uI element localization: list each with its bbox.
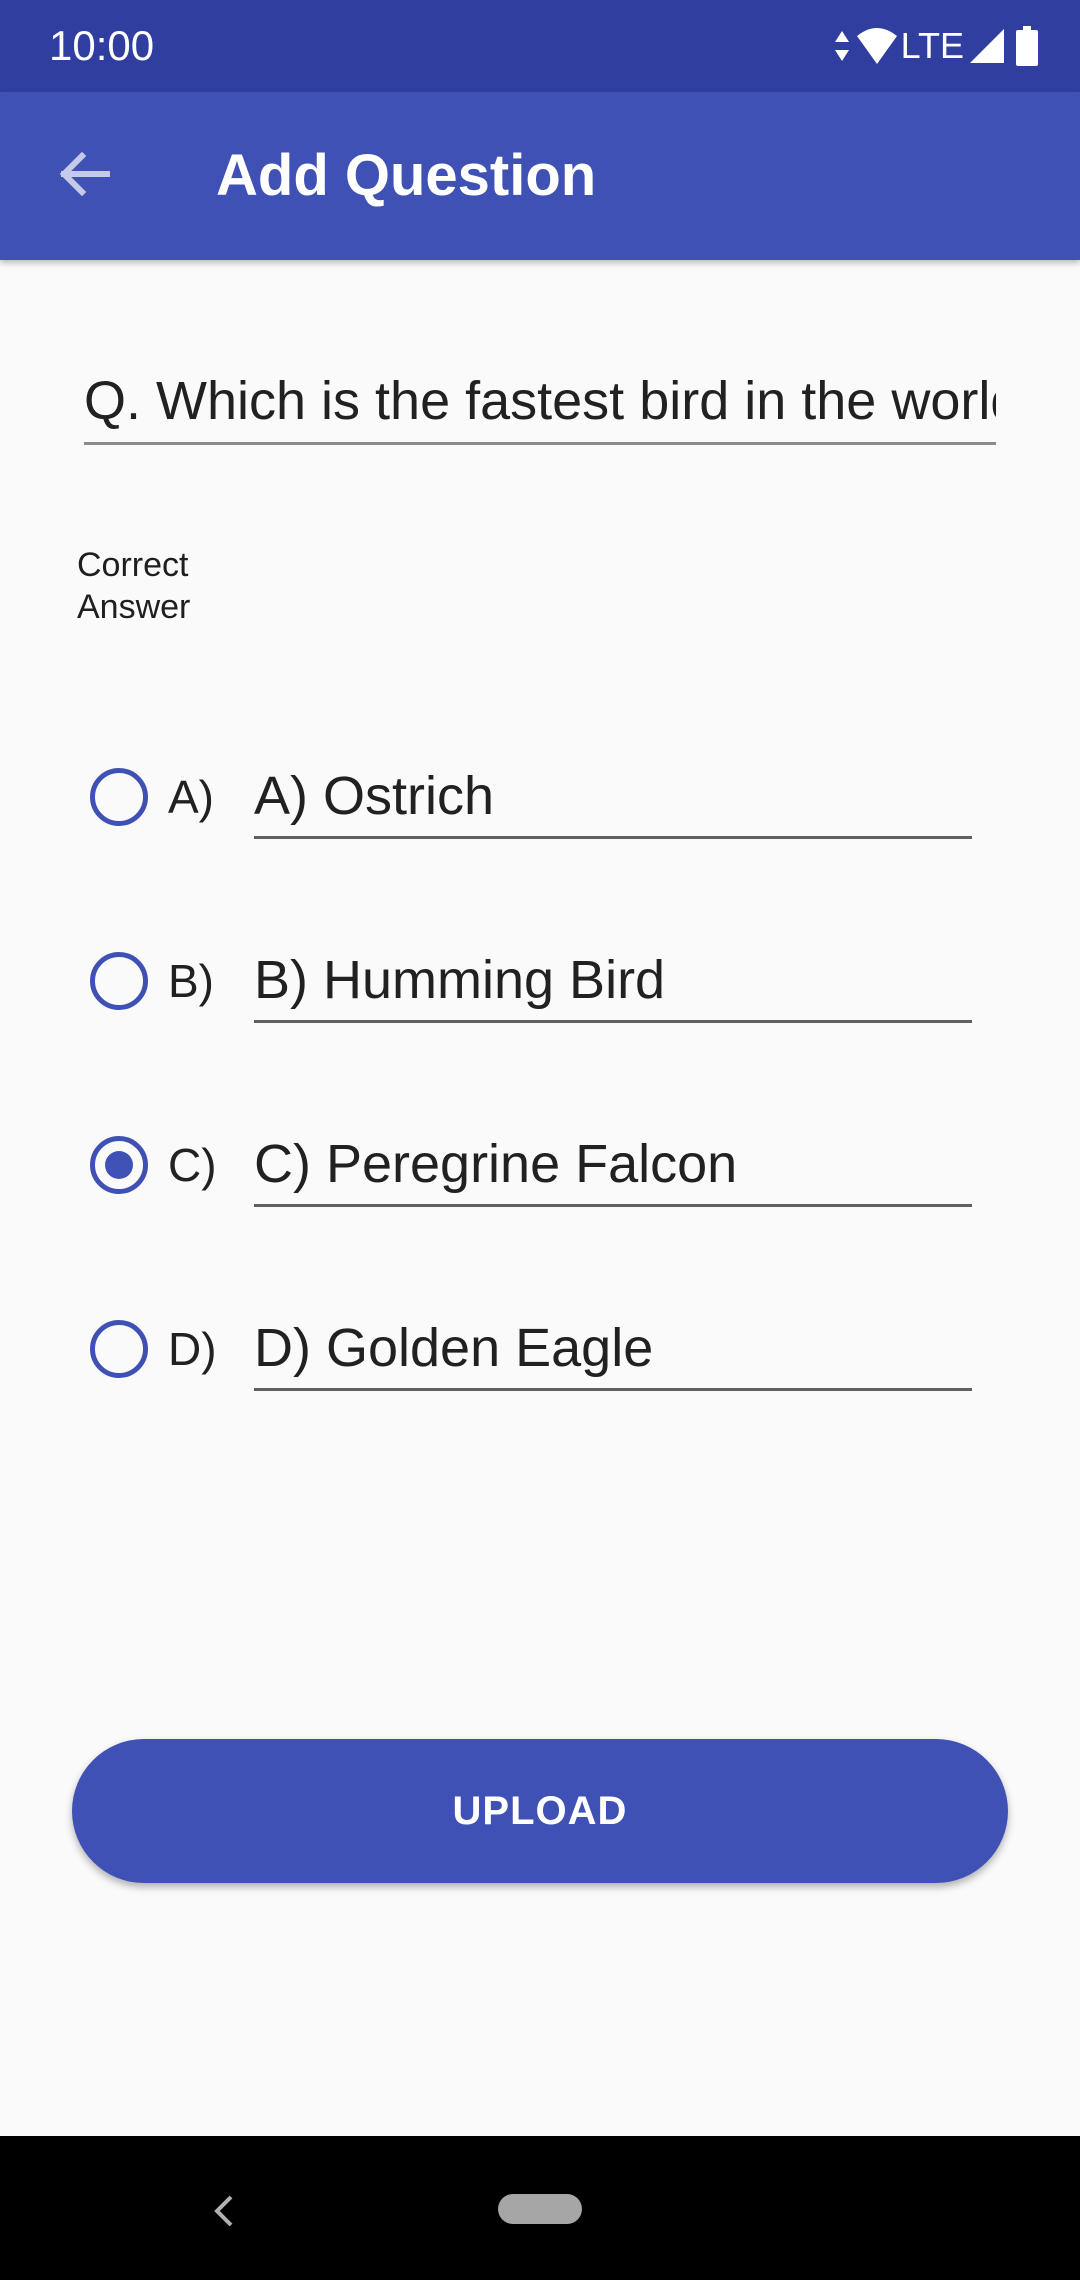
page-title: Add Question <box>216 143 597 208</box>
option-row-a: A) A) Ostrich <box>0 742 1080 852</box>
option-row-d: D) D) Golden Eagle <box>0 1294 1080 1404</box>
option-a-value: A) Ostrich <box>254 766 495 826</box>
data-arrows-icon <box>833 29 851 63</box>
navigation-bar <box>0 2136 1080 2280</box>
option-b-input[interactable]: B) Humming Bird <box>254 940 972 1023</box>
option-letter-c: C) <box>168 1139 217 1191</box>
radio-option-a[interactable] <box>90 768 148 826</box>
radio-option-c[interactable] <box>90 1136 148 1194</box>
option-b-value: B) Humming Bird <box>254 950 666 1010</box>
question-input[interactable]: Q. Which is the fastest bird in the worl… <box>84 360 996 445</box>
option-row-c: C) C) Peregrine Falcon <box>0 1110 1080 1220</box>
correct-answer-label: Correct Answer <box>77 546 191 626</box>
upload-button[interactable]: UPLOAD <box>72 1739 1008 1883</box>
svg-text:4: 4 <box>883 46 893 66</box>
wifi-icon: 4 <box>855 26 899 66</box>
question-input-value: Q. Which is the fastest bird in the worl… <box>84 371 996 431</box>
option-c-value: C) Peregrine Falcon <box>254 1134 738 1194</box>
app-bar: Add Question <box>0 92 1080 260</box>
nav-home-pill-icon[interactable] <box>498 2194 582 2224</box>
status-time: 10:00 <box>49 22 155 69</box>
radio-option-d[interactable] <box>90 1320 148 1378</box>
radio-selected-dot <box>105 1151 133 1179</box>
battery-icon <box>1016 26 1038 66</box>
radio-option-b[interactable] <box>90 952 148 1010</box>
option-d-input[interactable]: D) Golden Eagle <box>254 1308 972 1391</box>
option-letter-b: B) <box>168 955 214 1007</box>
arrow-back-icon <box>58 151 111 201</box>
option-a-input[interactable]: A) Ostrich <box>254 756 972 839</box>
back-button[interactable] <box>40 132 128 220</box>
option-letter-d: D) <box>168 1323 217 1375</box>
network-label: LTE <box>900 25 964 66</box>
nav-back-icon[interactable] <box>196 2184 250 2238</box>
option-letter-a: A) <box>168 771 214 823</box>
option-c-input[interactable]: C) Peregrine Falcon <box>254 1124 972 1207</box>
option-row-b: B) B) Humming Bird <box>0 926 1080 1036</box>
status-icons: 4 LTE <box>833 22 1038 70</box>
option-d-value: D) Golden Eagle <box>254 1318 654 1378</box>
signal-icon <box>968 27 1006 65</box>
upload-button-label: UPLOAD <box>452 1788 628 1833</box>
status-bar: 10:00 4 LTE <box>0 0 1080 92</box>
